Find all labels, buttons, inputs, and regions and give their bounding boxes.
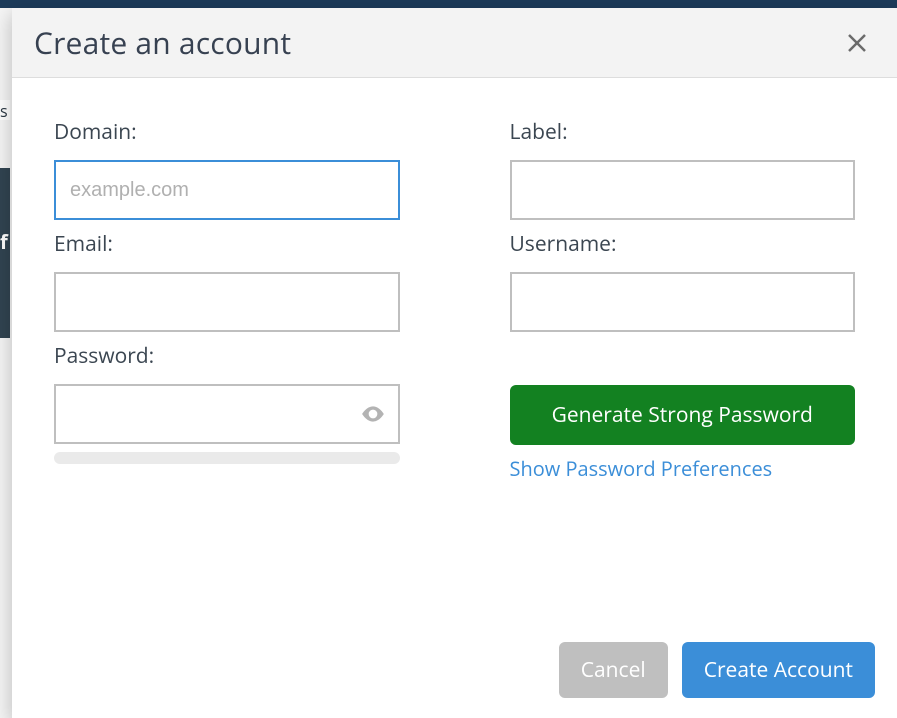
domain-input[interactable]	[54, 160, 400, 220]
password-label: Password:	[54, 342, 400, 370]
cancel-button[interactable]: Cancel	[559, 642, 668, 698]
modal-header: Create an account	[12, 8, 897, 78]
label-input[interactable]	[510, 160, 856, 220]
create-account-button[interactable]: Create Account	[682, 642, 875, 698]
modal-body: Domain: Label: Email: Username: Password…	[12, 78, 897, 624]
username-label: Username:	[510, 230, 856, 258]
close-icon	[845, 31, 869, 55]
create-account-modal: Create an account Domain: Label: Email:	[12, 8, 897, 718]
modal-title: Create an account	[34, 22, 291, 63]
toggle-password-visibility-button[interactable]	[360, 401, 386, 427]
background-top-bar	[0, 0, 897, 8]
email-input[interactable]	[54, 272, 400, 332]
email-field-group: Email:	[54, 220, 400, 332]
background-fragment-f: f	[0, 168, 10, 338]
password-input[interactable]	[54, 384, 400, 444]
show-password-preferences-link[interactable]: Show Password Preferences	[510, 455, 856, 482]
close-button[interactable]	[841, 27, 873, 59]
email-label: Email:	[54, 230, 400, 258]
password-field-group: Password:	[54, 332, 400, 464]
label-label: Label:	[510, 118, 856, 146]
eye-icon	[360, 401, 386, 427]
modal-footer: Cancel Create Account	[12, 624, 897, 718]
domain-label: Domain:	[54, 118, 400, 146]
label-field-group: Label:	[510, 108, 856, 220]
password-strength-bar	[54, 452, 400, 464]
username-input[interactable]	[510, 272, 856, 332]
background-fragment-s: s	[0, 100, 10, 120]
domain-field-group: Domain:	[54, 108, 400, 220]
generate-password-group: Generate Strong Password Show Password P…	[510, 332, 856, 482]
username-field-group: Username:	[510, 220, 856, 332]
generate-password-button[interactable]: Generate Strong Password	[510, 385, 856, 445]
